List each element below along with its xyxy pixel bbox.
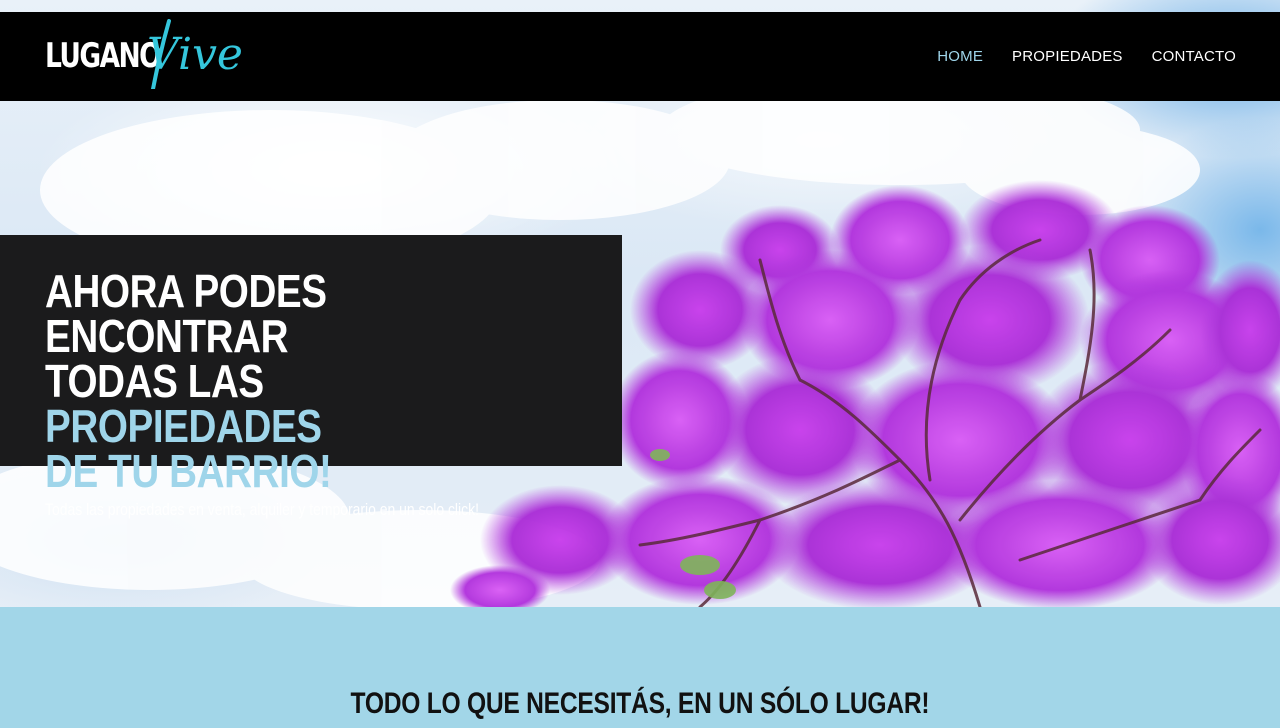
main-nav: HOME PROPIEDADES CONTACTO	[937, 48, 1236, 65]
nav-item-home[interactable]: HOME	[937, 48, 983, 65]
nav-item-contacto[interactable]: CONTACTO	[1152, 48, 1236, 65]
top-navigation-bar: LUGANO Vive HOME PROPIEDADES CONTACTO	[0, 12, 1280, 101]
nav-item-propiedades[interactable]: PROPIEDADES	[1012, 48, 1123, 65]
hero-subtitle: Todas las propiedades en venta, alquiler…	[45, 500, 479, 519]
features-section: TODO LO QUE NECESITÁS, EN UN SÓLO LUGAR!	[0, 607, 1280, 728]
hero-title: AHORA PODES ENCONTRAR TODAS LAS PROPIEDA…	[45, 268, 499, 497]
hero-title-line1: AHORA PODES ENCONTRAR	[45, 265, 327, 362]
logo-script-text: Vive	[147, 18, 243, 89]
logo-wordmark: LUGANO	[45, 35, 162, 76]
logo-v-flourish-icon	[151, 18, 171, 89]
hero-title-highlight-barrio: DE TU BARRIO!	[45, 445, 332, 497]
section-title: TODO LO QUE NECESITÁS, EN UN SÓLO LUGAR!	[0, 687, 1280, 721]
section-title-text: TODO LO QUE NECESITÁS, EN UN SÓLO LUGAR!	[350, 687, 930, 720]
hero-card: AHORA PODES ENCONTRAR TODAS LAS PROPIEDA…	[0, 235, 622, 519]
site-logo[interactable]: LUGANO Vive	[45, 18, 243, 89]
